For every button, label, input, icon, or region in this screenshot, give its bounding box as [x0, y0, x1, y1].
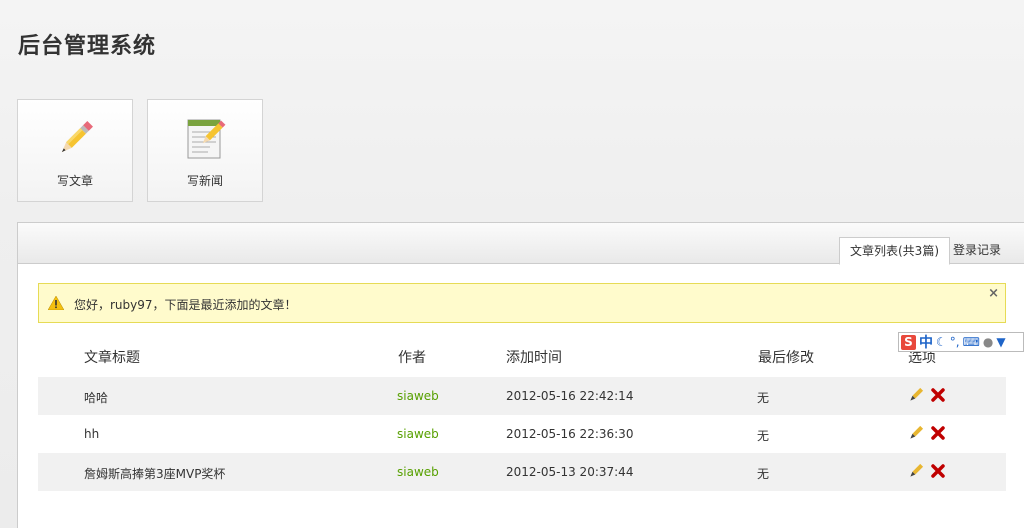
- delete-icon[interactable]: [930, 387, 946, 403]
- write-news-label: 写新闻: [186, 174, 223, 188]
- keyboard-icon[interactable]: ⌨: [963, 335, 980, 349]
- shirt-icon[interactable]: ▼: [996, 335, 1005, 349]
- page-title: 后台管理系统: [18, 34, 157, 59]
- write-article-button[interactable]: 写文章: [17, 99, 133, 202]
- row-last-modified: 无: [757, 429, 770, 443]
- row-added-time: 2012-05-13 20:37:44: [506, 465, 634, 479]
- row-title[interactable]: hh: [84, 427, 99, 441]
- table-header: 文章标题 作者 添加时间 最后修改 选项: [18, 347, 1024, 377]
- delete-icon[interactable]: [930, 463, 946, 479]
- user-icon[interactable]: ●: [983, 335, 993, 349]
- pencil-icon: [56, 116, 96, 160]
- row-author: siaweb: [397, 389, 439, 403]
- content-panel: 文章列表(共3篇) 登录记录 您好，ruby97，下面是最近添加的文章！ × 文…: [17, 222, 1024, 528]
- notepad-pencil-icon: [186, 116, 226, 160]
- ime-mode[interactable]: 中: [919, 332, 933, 352]
- warning-icon: [47, 295, 65, 311]
- content-header: 文章列表(共3篇) 登录记录: [18, 223, 1024, 265]
- header-added-time: 添加时间: [506, 350, 562, 366]
- notice-message: 您好，ruby97，下面是最近添加的文章！: [74, 298, 297, 312]
- row-last-modified: 无: [757, 467, 770, 481]
- row-added-time: 2012-05-16 22:36:30: [506, 427, 634, 441]
- row-title[interactable]: 哈哈: [84, 389, 108, 406]
- ime-toolbar[interactable]: S 中 ☾ °, ⌨ ● ▼: [898, 332, 1024, 352]
- row-title[interactable]: 詹姆斯高捧第3座MVP奖杯: [84, 465, 225, 482]
- header-last-modified: 最后修改: [758, 350, 814, 366]
- ime-logo[interactable]: S: [901, 334, 916, 350]
- row-last-modified: 无: [757, 391, 770, 405]
- header-author: 作者: [398, 350, 426, 366]
- row-author: siaweb: [397, 427, 439, 441]
- write-article-label: 写文章: [56, 174, 93, 188]
- table-row: hh siaweb 2012-05-16 22:36:30 无: [38, 415, 1006, 453]
- row-added-time: 2012-05-16 22:42:14: [506, 389, 634, 403]
- delete-icon[interactable]: [930, 425, 946, 441]
- edit-icon[interactable]: [908, 425, 924, 441]
- row-author: siaweb: [397, 465, 439, 479]
- tab-login-records[interactable]: 登录记录: [943, 237, 1011, 265]
- tab-article-list[interactable]: 文章列表(共3篇): [839, 237, 950, 265]
- notice-banner: 您好，ruby97，下面是最近添加的文章！ ×: [38, 283, 1006, 323]
- edit-icon[interactable]: [908, 387, 924, 403]
- moon-icon[interactable]: ☾: [936, 335, 947, 349]
- table-row: 詹姆斯高捧第3座MVP奖杯 siaweb 2012-05-13 20:37:44…: [38, 453, 1006, 491]
- write-news-button[interactable]: 写新闻: [147, 99, 263, 202]
- close-icon[interactable]: ×: [988, 286, 999, 301]
- punctuation-icon[interactable]: °,: [950, 335, 960, 349]
- table-row: 哈哈 siaweb 2012-05-16 22:42:14 无: [38, 377, 1006, 415]
- header-title: 文章标题: [84, 350, 140, 366]
- edit-icon[interactable]: [908, 463, 924, 479]
